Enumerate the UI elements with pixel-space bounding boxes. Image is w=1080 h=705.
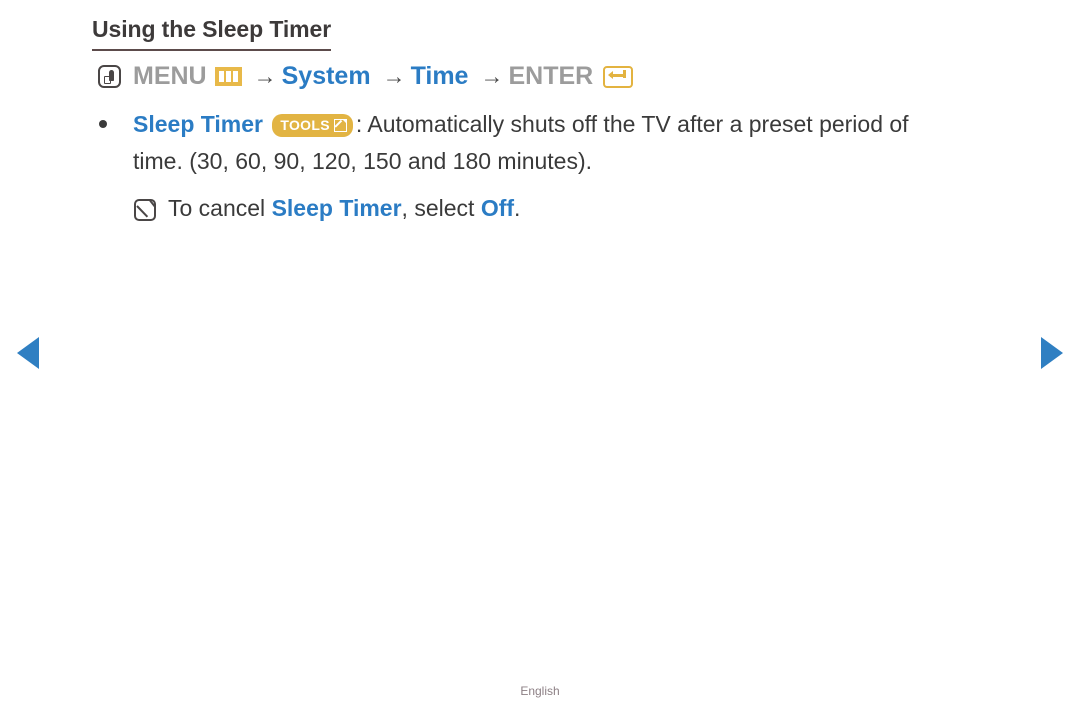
note-option-off: Off [480,195,515,221]
previous-page-arrow[interactable] [17,337,39,369]
term-sleep-timer: Sleep Timer [133,111,263,137]
page-title: Using the Sleep Timer [92,16,331,51]
path-arrow-1: → [253,63,277,89]
tools-badge-label: TOOLS [280,117,330,133]
content-body: Sleep Timer TOOLS : Automatically shuts … [0,106,1080,227]
tools-arrow-icon [333,118,347,132]
path-arrow-3: → [480,63,504,89]
path-arrow-2: → [382,63,406,89]
note-prefix: To cancel [168,195,272,221]
menu-path-breadcrumb: MENU → System → Time → ENTER [98,62,634,91]
note-middle: , select [401,195,481,221]
enter-key-icon [603,65,634,88]
menu-label: MENU [133,62,207,90]
menu-item-time[interactable]: Time [411,62,469,91]
next-page-arrow[interactable] [1041,337,1063,369]
note-term-sleep-timer: Sleep Timer [271,195,402,221]
touch-press-icon [98,65,121,88]
menu-bars-icon [214,67,242,86]
note-pencil-icon [134,199,156,221]
note-suffix: . [514,195,521,221]
footer-language-label: English [520,684,560,698]
note-item: To cancel Sleep Timer, select Off. [0,190,1080,227]
enter-label: ENTER [508,62,594,90]
bullet-description-line2: time. (30, 60, 90, 120, 150 and 180 minu… [133,148,593,174]
bullet-dot-icon [99,120,107,128]
list-item: Sleep Timer TOOLS : Automatically shuts … [0,106,1080,180]
tools-badge: TOOLS [272,113,353,137]
menu-item-system[interactable]: System [282,62,371,91]
bullet-description-line1: : Automatically shuts off the TV after a… [355,111,909,137]
